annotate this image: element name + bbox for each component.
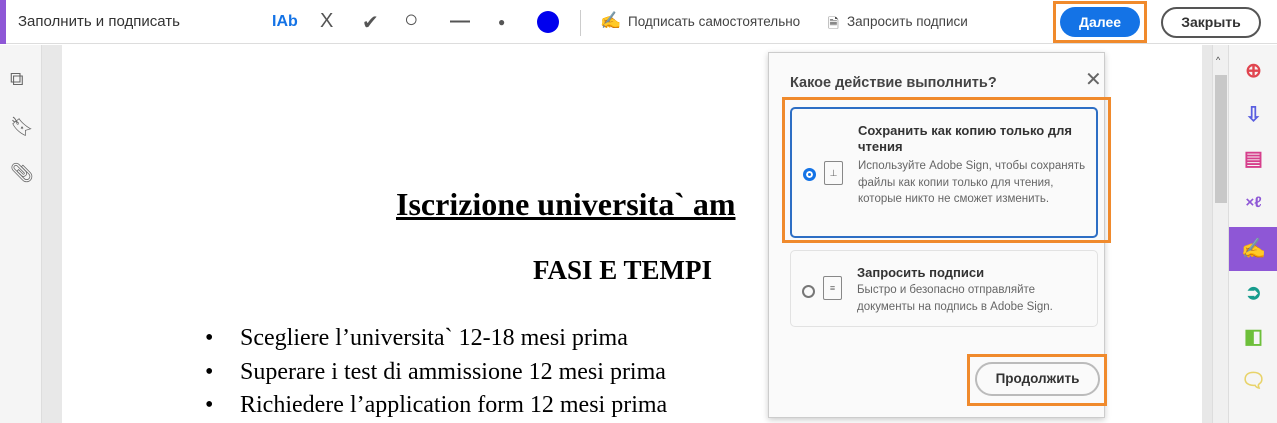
radio-unselected[interactable] [802,285,815,298]
line-tool[interactable]: — [450,10,470,33]
divider [580,10,581,36]
scroll-up-icon[interactable]: ^ [1216,55,1220,65]
right-tools-panel: ⊕ ⇩ ▤ ×ℓ ✍ ➲ ◧ 🗨︎ [1228,45,1277,423]
highlight-box [1053,1,1147,43]
export-pdf-icon[interactable]: ⇩ [1229,93,1277,137]
option-request-signatures[interactable]: ≡ Запросить подписи Быстро и безопасно о… [790,250,1098,327]
send-icon[interactable]: ➲ [1229,271,1277,315]
sign-self-button[interactable]: Подписать самостоятельно [628,14,800,29]
create-pdf-icon[interactable]: ⊕ [1229,49,1277,93]
option-title: Запросить подписи [857,265,985,280]
checkmark-tool[interactable]: ✔ [362,10,379,35]
attachment-icon[interactable]: 📎︎ [10,161,34,185]
highlight-box [967,354,1107,406]
document-subtitle: FASI E TEMPI [533,255,713,285]
organize-pages-icon[interactable]: ◧ [1229,315,1277,359]
option-description: Быстро и безопасно отправляйте документы… [857,284,1053,313]
dot-tool[interactable]: ● [498,15,505,29]
action-popup: Какое действие выполнить? ✕ ⊥ Сохранить … [768,52,1111,418]
bullet-item: • Richiedere l’application form 12 mesi p… [205,392,668,418]
document-title: Iscrizione universita` am [396,186,736,222]
color-picker[interactable] [537,11,559,33]
request-signature-icon[interactable]: ×ℓ [1229,181,1277,225]
request-signatures-button[interactable]: Запросить подписи [847,14,968,29]
accent-bar [0,0,6,44]
sign-pen-icon: ✍ [600,11,622,30]
pages-icon[interactable]: ⧉ [10,69,24,91]
popup-question: Какое действие выполнить? [790,75,997,91]
vertical-scrollbar[interactable]: ^ [1212,45,1228,423]
close-button[interactable]: Закрыть [1161,7,1261,38]
document-icon: 🗎 [828,16,839,31]
bookmark-icon[interactable]: 🔖︎ [10,115,34,139]
left-sidebar: ⧉ 🔖︎ 📎︎ [0,45,42,423]
circle-tool[interactable]: ○ [404,6,419,34]
comment-icon[interactable]: 🗨︎ [1229,359,1277,403]
add-text-tool[interactable]: IAb [272,13,298,31]
scroll-thumb[interactable] [1215,75,1227,203]
form-document-icon: ≡ [823,276,842,300]
fill-sign-icon[interactable]: ✍ [1229,227,1277,271]
bullet-item: • Scegliere l’universita` 12-18 mesi prim… [205,325,628,351]
bullet-item: • Superare i test di ammissione 12 mesi p… [205,359,666,385]
close-icon[interactable]: ✕ [1085,67,1102,92]
toolbar: Заполнить и подписать IAb X ✔ ○ — ● ✍ По… [0,0,1277,44]
tool-title: Заполнить и подписать [18,13,180,30]
highlight-box [782,97,1111,243]
edit-pdf-icon[interactable]: ▤ [1229,137,1277,181]
cross-tool[interactable]: X [320,10,333,33]
